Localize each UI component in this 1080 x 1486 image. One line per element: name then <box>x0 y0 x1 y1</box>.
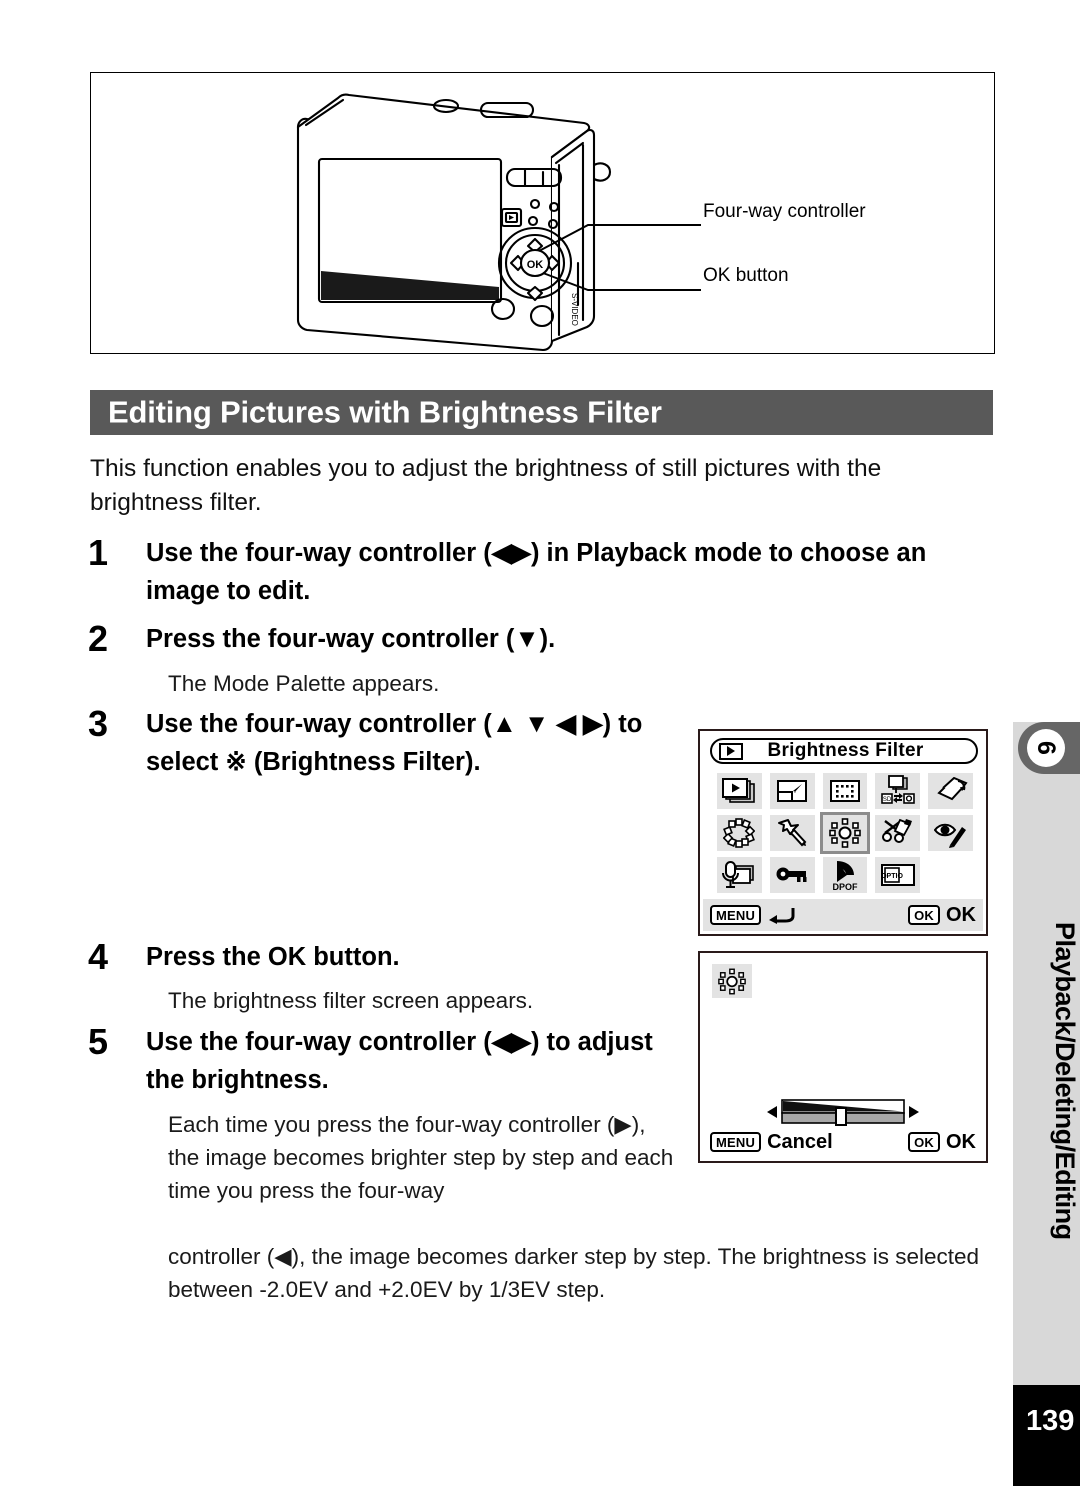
svg-text:DPOF: DPOF <box>832 882 858 891</box>
chapter-tab-label: Playback/Deleting/Editing <box>1050 922 1080 1240</box>
page-number: 139 <box>1026 1405 1075 1437</box>
red-eye-compensation-icon <box>933 823 966 848</box>
palette-item-brightness-filter-icon[interactable] <box>819 812 871 854</box>
menu-key-badge[interactable]: MENU <box>710 905 762 925</box>
chapter-tab-head: 6 <box>1018 722 1080 774</box>
image-rotation-icon <box>936 777 968 801</box>
brightness-filter-icon <box>718 968 746 994</box>
palette-item-empty-cell <box>925 855 976 895</box>
lcd-title-text: Brightness Filter <box>767 740 924 761</box>
cropping-icon <box>829 780 860 802</box>
step-3-text: Use the four-way controller (▲ ▼ ◀ ▶) to… <box>146 710 643 776</box>
resize-icon <box>777 780 808 802</box>
right-triangle-icon <box>909 1106 919 1118</box>
lcd-mode-palette-screen: Brightness Filter SD DPOF OPTIO MENU OK … <box>698 729 988 936</box>
step-1: 1 Use the four-way controller (◀▶) in Pl… <box>88 534 998 610</box>
dpof-icon: DPOF <box>832 861 858 891</box>
palette-item-frame-composite-icon[interactable] <box>767 813 818 853</box>
image-copy-icon: SD <box>880 775 915 804</box>
mode-palette-grid: SD DPOF OPTIO <box>714 771 976 895</box>
step-5-body-wide: controller (◀), the image becomes darker… <box>168 1244 980 1302</box>
palette-item-protect-key-icon[interactable] <box>767 855 818 895</box>
palette-item-slideshow-icon[interactable] <box>714 771 765 811</box>
mode-palette-bottom-bar: MENU OK OK <box>703 899 983 931</box>
palette-item-movie-edit-icon[interactable] <box>872 813 923 853</box>
lcd-title-bar: Brightness Filter <box>710 738 978 764</box>
step-1-number: 1 <box>88 532 109 573</box>
section-title-bar: Editing Pictures with Brightness Filter <box>90 390 993 435</box>
palette-item-start-up-screen-icon[interactable]: OPTIO <box>872 855 923 895</box>
cancel-action-label: Cancel <box>767 1130 833 1153</box>
slideshow-icon <box>722 778 756 803</box>
step-3-number: 3 <box>88 703 109 744</box>
step-5-body-narrow: Each time you press the four-way control… <box>168 1112 674 1203</box>
brightness-gradient-slider <box>767 1099 919 1126</box>
lcd-brightness-filter-screen: MENU Cancel OK OK <box>698 951 988 1163</box>
brightness-slider[interactable] <box>755 1095 931 1129</box>
step-4-note: The brightness filter screen appears. <box>168 988 534 1013</box>
digital-filter-icon <box>723 818 756 848</box>
brightness-filter-indicator <box>712 964 752 998</box>
palette-item-dpof-icon[interactable]: DPOF <box>820 855 871 895</box>
ok-key-badge[interactable]: OK <box>908 905 940 925</box>
playback-mode-icon <box>719 742 743 760</box>
ok-action-label: OK <box>946 903 976 926</box>
voice-memo-icon <box>722 861 755 888</box>
palette-item-cropping-icon[interactable] <box>820 771 871 811</box>
menu-key-badge[interactable]: MENU <box>710 1132 762 1152</box>
ok-action-label: OK <box>946 1130 976 1153</box>
step-2-text: Press the four-way controller (▼). <box>146 625 556 653</box>
svg-text:SD: SD <box>883 797 892 803</box>
intro-paragraph: This function enables you to adjust the … <box>90 455 882 516</box>
step-2-note: The Mode Palette appears. <box>168 671 440 696</box>
step-3: 3 Use the four-way controller (▲ ▼ ◀ ▶) … <box>88 705 688 781</box>
step-5-number: 5 <box>88 1021 109 1062</box>
start-up-screen-icon: OPTIO <box>880 864 915 886</box>
palette-item-image-rotation-icon[interactable] <box>925 771 976 811</box>
palette-item-red-eye-compensation-icon[interactable] <box>925 813 976 853</box>
svg-text:S-VIDEO: S-VIDEO <box>570 293 579 326</box>
palette-item-image-copy-icon[interactable]: SD <box>872 771 923 811</box>
frame-composite-icon <box>778 819 807 847</box>
svg-text:OK: OK <box>527 259 544 271</box>
protect-key-icon <box>776 867 807 882</box>
camera-illustration-figure: OK S-VIDEO Four-way controller OK button <box>90 72 995 354</box>
palette-item-digital-filter-icon[interactable] <box>714 813 765 853</box>
callout-label-ok-button: OK button <box>703 265 789 286</box>
svg-text:OPTIO: OPTIO <box>881 873 903 880</box>
ok-key-badge[interactable]: OK <box>908 1132 940 1152</box>
step-4-number: 4 <box>88 936 109 977</box>
brightness-bottom-bar: MENU Cancel OK OK <box>703 1126 983 1158</box>
step-4-text: Press the OK button. <box>146 943 400 971</box>
step-5-text: Use the four-way controller (◀▶) to adju… <box>146 1028 653 1094</box>
back-arrow-icon <box>769 908 795 924</box>
page-title: Editing Pictures with Brightness Filter <box>108 393 662 429</box>
left-triangle-icon <box>767 1106 777 1118</box>
chapter-side-tab: 6 Playback/Deleting/Editing <box>1013 722 1080 1385</box>
step-2: 2 Press the four-way controller (▼). <box>88 620 998 658</box>
brightness-filter-icon <box>829 818 861 848</box>
palette-item-voice-memo-icon[interactable] <box>714 855 765 895</box>
step-4: 4 Press the OK button. <box>88 938 688 976</box>
step-1-text: Use the four-way controller (◀▶) in Play… <box>146 539 927 605</box>
page-number-block: 139 <box>1013 1385 1080 1486</box>
palette-item-resize-icon[interactable] <box>767 771 818 811</box>
step-2-number: 2 <box>88 618 109 659</box>
step-5: 5 Use the four-way controller (◀▶) to ad… <box>88 1023 688 1099</box>
callout-label-four-way-controller: Four-way controller <box>703 201 866 222</box>
chapter-number-badge: 6 <box>1027 729 1065 767</box>
movie-edit-icon <box>881 818 912 843</box>
